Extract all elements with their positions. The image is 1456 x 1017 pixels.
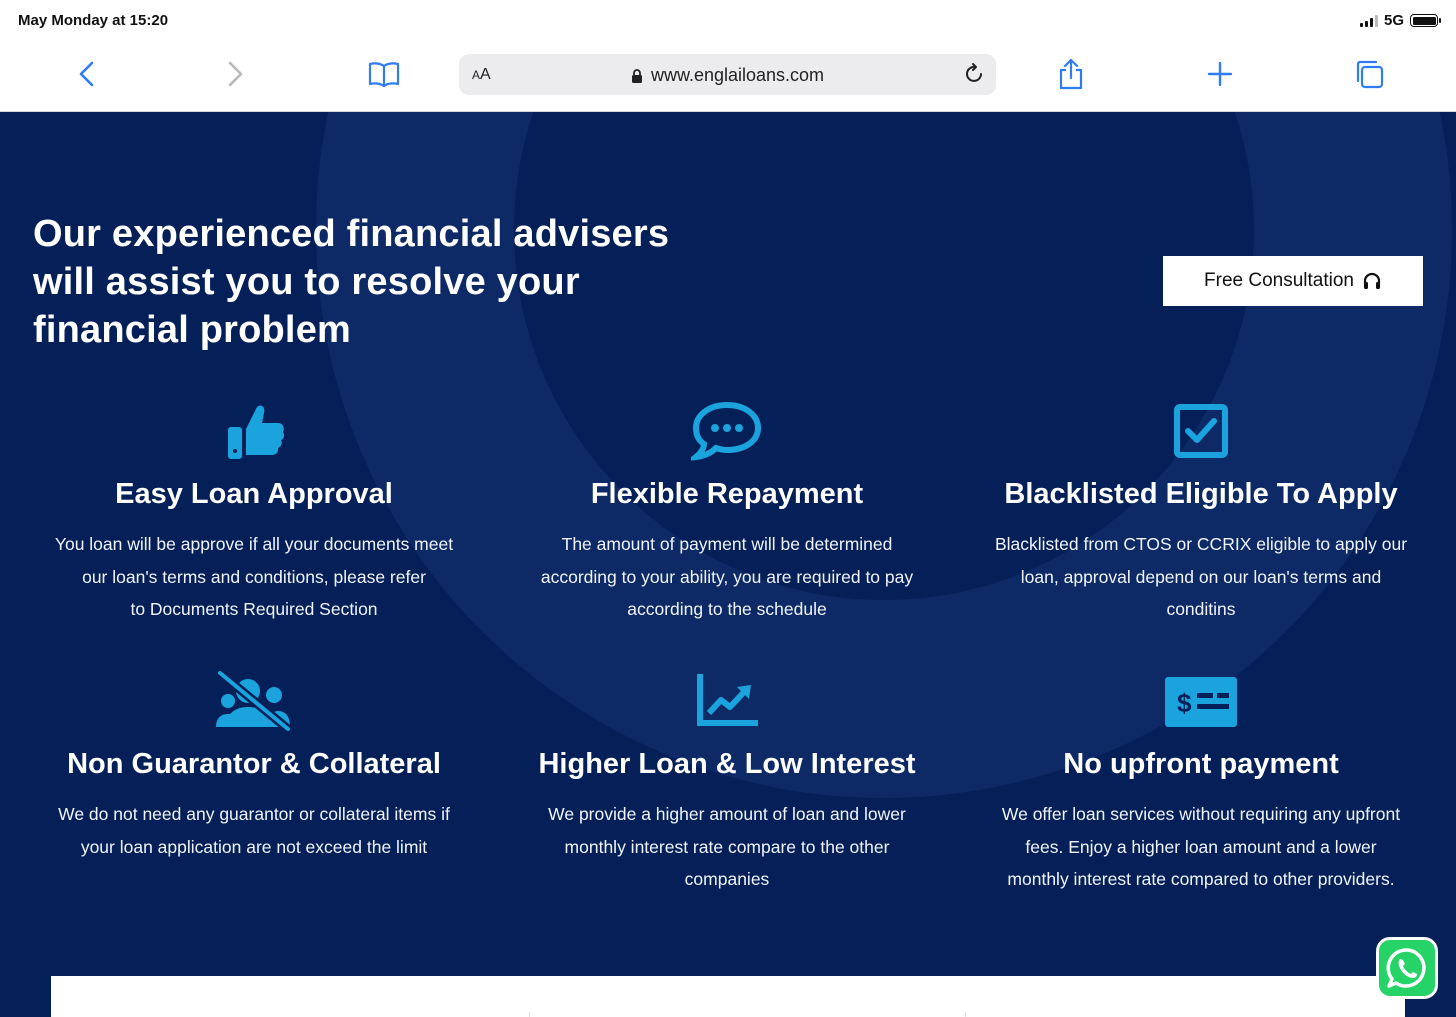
feature-title: Easy Loan Approval — [115, 478, 393, 510]
url-text: www.englailoans.com — [650, 65, 825, 85]
feature-description: Blacklisted from CTOS or CCRIX eligible … — [994, 534, 1408, 619]
back-icon[interactable] — [71, 58, 103, 90]
signal-icon — [1359, 14, 1378, 27]
chat-bubble-icon — [682, 396, 772, 466]
new-tab-icon[interactable] — [1204, 58, 1236, 90]
next-section-card — [51, 976, 1405, 1017]
bookmarks-icon[interactable] — [368, 58, 400, 90]
svg-text:$: $ — [1177, 688, 1192, 718]
thumbs-up-icon — [209, 396, 299, 466]
feature-easy-loan-approval: Easy Loan Approval You loan will be appr… — [24, 396, 484, 626]
whatsapp-icon — [1386, 948, 1426, 988]
whatsapp-button[interactable] — [1376, 937, 1438, 999]
feature-no-upfront-payment: $ No upfront payment We offer loan servi… — [971, 666, 1431, 896]
feature-description: The amount of payment will be determined… — [540, 534, 914, 619]
feature-title: Non Guarantor & Collateral — [67, 748, 441, 780]
feature-blacklisted-eligible: Blacklisted Eligible To Apply Blackliste… — [971, 396, 1431, 626]
money-check-icon: $ — [1156, 666, 1246, 736]
feature-description: We offer loan services without requiring… — [1001, 804, 1401, 889]
page-content: Our experienced financial advisers will … — [0, 112, 1456, 1017]
feature-description: We do not need any guarantor or collater… — [58, 804, 450, 857]
network-label: 5G — [1383, 12, 1404, 29]
free-consultation-button[interactable]: Free Consultation — [1163, 256, 1423, 306]
feature-non-guarantor: Non Guarantor & Collateral We do not nee… — [24, 666, 484, 863]
reload-icon[interactable] — [960, 60, 988, 88]
feature-title: Higher Loan & Low Interest — [538, 748, 916, 780]
forward-icon[interactable] — [219, 58, 251, 90]
feature-description: You loan will be approve if all your doc… — [54, 534, 454, 619]
hero-headline: Our experienced financial advisers will … — [33, 213, 670, 351]
headphones-icon — [1363, 272, 1381, 289]
no-users-icon — [209, 666, 299, 736]
feature-title: Blacklisted Eligible To Apply — [1004, 478, 1398, 510]
browser-chrome: May Monday at 15:20 5G AA www.englailoan… — [0, 0, 1456, 112]
status-time: May Monday at 15:20 — [18, 12, 169, 29]
chart-up-icon — [682, 666, 772, 736]
battery-icon — [1410, 14, 1441, 27]
feature-title: Flexible Repayment — [590, 478, 864, 510]
checkbox-icon — [1156, 396, 1246, 466]
share-icon[interactable] — [1055, 58, 1087, 90]
feature-description: We provide a higher amount of loan and l… — [548, 804, 906, 889]
status-indicators: 5G — [1359, 12, 1441, 29]
lock-icon — [631, 68, 642, 83]
tabs-icon[interactable] — [1353, 58, 1385, 90]
feature-title: No upfront payment — [1063, 748, 1339, 780]
address-bar[interactable]: AA www.englailoans.com — [459, 54, 996, 95]
feature-flexible-repayment: Flexible Repayment The amount of payment… — [497, 396, 957, 626]
feature-higher-loan-low-interest: Higher Loan & Low Interest We provide a … — [497, 666, 957, 896]
